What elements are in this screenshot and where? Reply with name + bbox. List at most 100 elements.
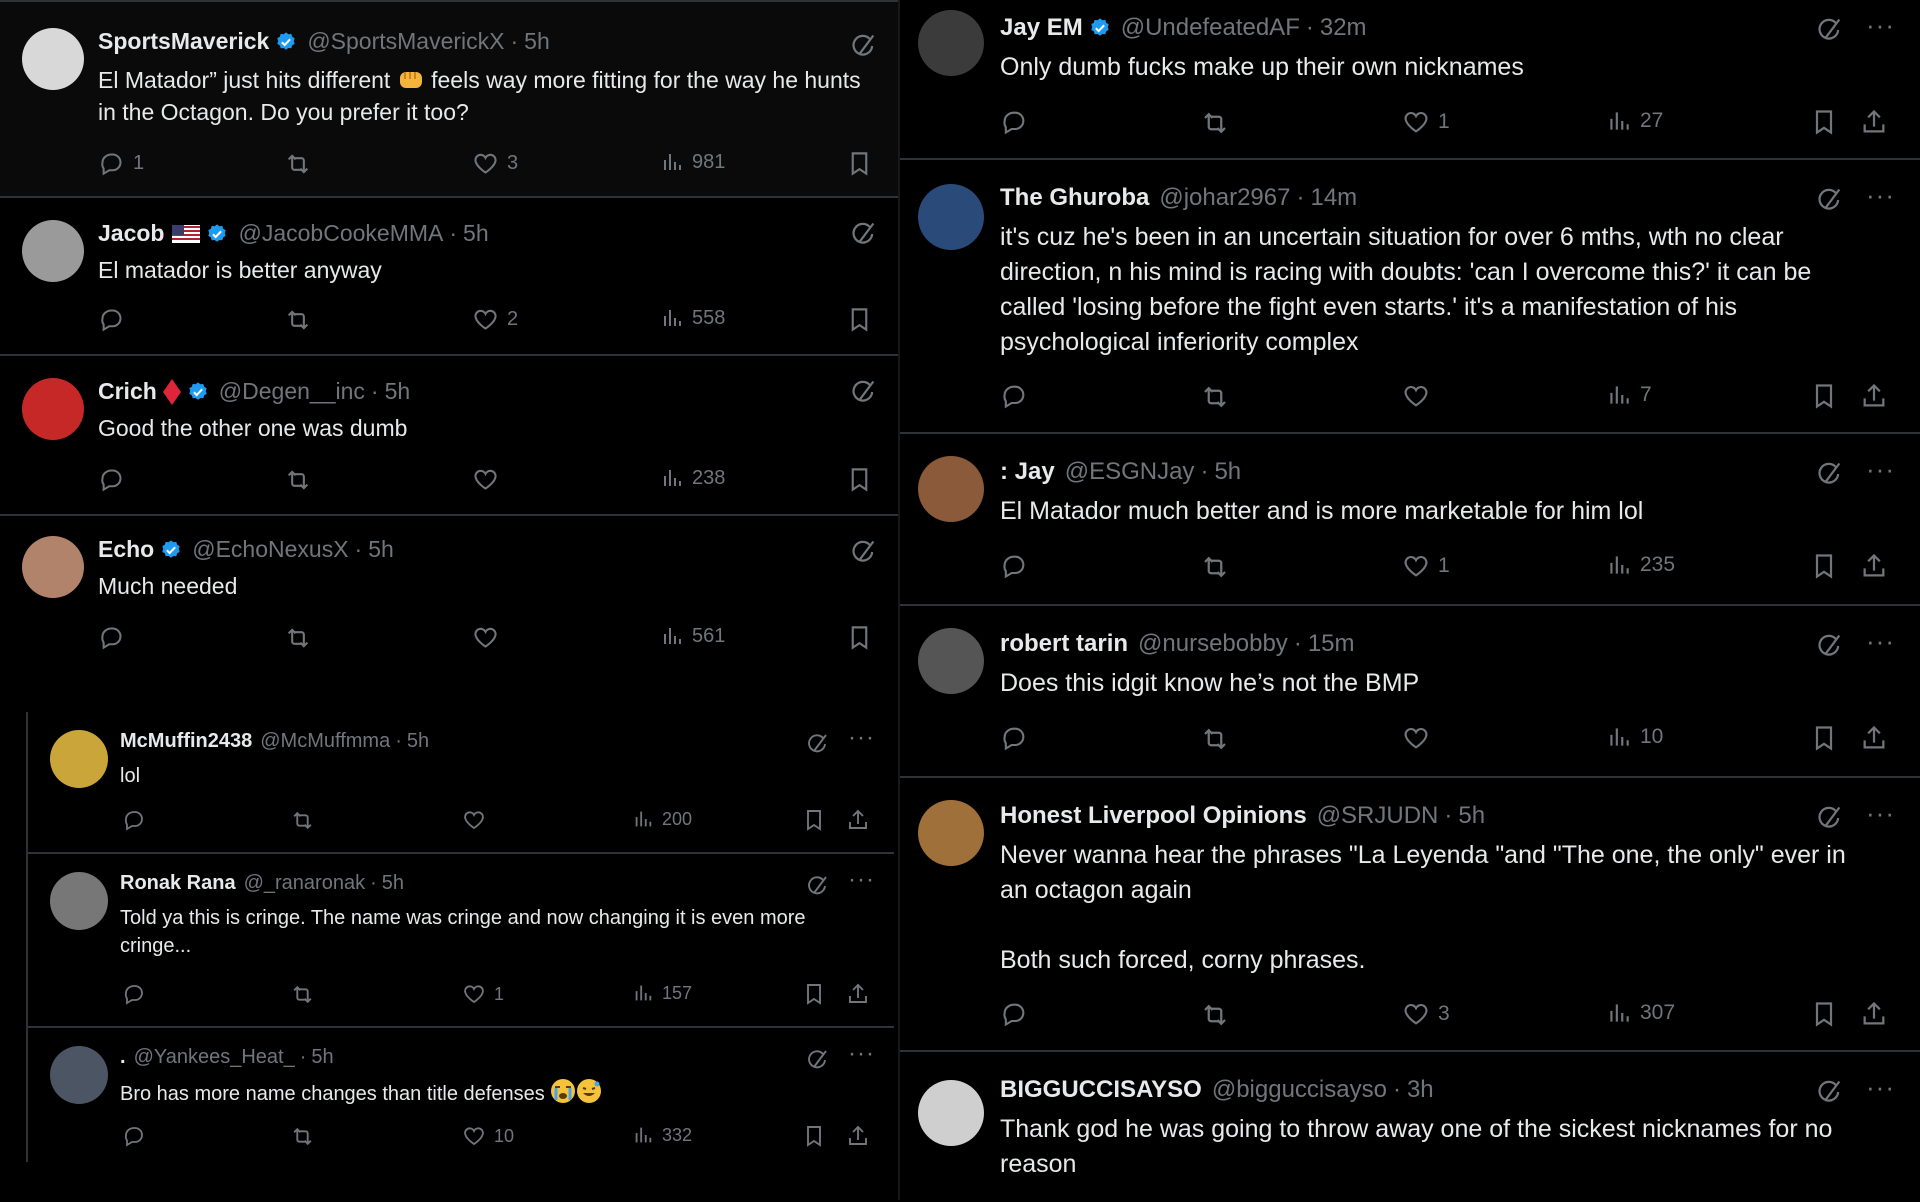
display-name[interactable]: BIGGUCCISAYSO [1000,1076,1202,1104]
display-name[interactable]: robert tarin [1000,630,1128,658]
timestamp[interactable]: 32m [1320,14,1367,42]
views-button[interactable]: 981 [660,150,725,174]
tweet[interactable]: Echo @EchoNexusX · 5h Much needed 561 [0,516,898,686]
bookmark-button[interactable] [1810,1000,1838,1028]
grok-icon[interactable] [850,220,878,248]
timestamp[interactable]: 3h [1407,1076,1434,1104]
like-button[interactable] [1402,382,1430,410]
handle[interactable]: @nursebobby [1138,630,1288,658]
reply-button[interactable] [1000,108,1028,136]
avatar[interactable] [918,628,984,694]
tweet[interactable]: Jay EM @UndefeatedAF · 32m ··· Only dumb… [900,0,1920,160]
tweet[interactable]: BIGGUCCISAYSO @bigguccisayso · 3h ··· Th… [900,1052,1920,1200]
views-button[interactable]: 200 [632,808,692,830]
more-icon[interactable]: ··· [848,866,875,894]
handle[interactable]: @bigguccisayso [1212,1076,1387,1104]
views-button[interactable]: 307 [1606,1000,1675,1026]
timestamp[interactable]: 5h [385,378,411,405]
more-icon[interactable]: ··· [848,1040,875,1068]
share-button[interactable] [1860,382,1888,410]
timestamp[interactable]: 15m [1308,630,1355,658]
grok-icon[interactable] [1816,186,1844,214]
grok-icon[interactable] [850,32,878,60]
more-icon[interactable]: ··· [1866,626,1895,657]
avatar[interactable] [50,872,108,930]
views-button[interactable]: 7 [1606,382,1652,408]
display-name[interactable]: Echo [98,536,154,563]
timestamp[interactable]: 5h [407,730,429,753]
like-button[interactable]: 2 [472,306,518,333]
share-button[interactable] [1860,1000,1888,1028]
grok-icon[interactable] [806,874,830,898]
handle[interactable]: @JacobCookeMMA [238,220,443,247]
reply-button[interactable] [1000,552,1028,580]
handle[interactable]: @UndefeatedAF [1121,14,1300,42]
like-button[interactable] [472,624,499,651]
share-button[interactable] [1860,108,1888,136]
grok-icon[interactable] [850,378,878,406]
bookmark-button[interactable] [846,466,873,493]
avatar[interactable] [22,28,84,90]
grok-icon[interactable] [806,732,830,756]
avatar[interactable] [918,1080,984,1146]
tweet[interactable]: Honest Liverpool Opinions @SRJUDN · 5h ·… [900,778,1920,1052]
reply-button[interactable] [1000,382,1028,410]
grok-icon[interactable] [1816,460,1844,488]
reply-button[interactable] [98,306,125,333]
display-name[interactable]: Honest Liverpool Opinions [1000,802,1307,830]
reply-button[interactable] [122,808,146,832]
handle[interactable]: @johar2967 [1159,184,1290,212]
bookmark-button[interactable] [1810,724,1838,752]
like-button[interactable]: 1 [1402,108,1450,136]
display-name[interactable]: : Jay [1000,458,1055,486]
reply-button[interactable] [1000,724,1028,752]
reply-button[interactable] [1000,1000,1028,1028]
views-button[interactable]: 238 [660,466,725,490]
share-button[interactable] [846,808,870,832]
retweet-button[interactable] [290,1124,315,1149]
bookmark-button[interactable] [802,982,826,1006]
views-button[interactable]: 27 [1606,108,1663,134]
retweet-button[interactable] [1200,724,1230,754]
views-button[interactable]: 157 [632,982,692,1004]
more-icon[interactable]: ··· [1866,454,1895,485]
avatar[interactable] [22,378,84,440]
more-icon[interactable]: ··· [1866,10,1895,41]
retweet-button[interactable] [1200,552,1230,582]
retweet-button[interactable] [1200,1000,1230,1030]
views-button[interactable]: 10 [1606,724,1663,750]
reply-button[interactable] [98,466,125,493]
retweet-button[interactable] [290,808,315,833]
views-button[interactable]: 561 [660,624,725,648]
like-button[interactable]: 3 [1402,1000,1450,1028]
more-icon[interactable]: ··· [848,724,875,752]
grok-icon[interactable] [1816,632,1844,660]
views-button[interactable]: 558 [660,306,725,330]
handle[interactable]: @SportsMaverickX [307,28,504,55]
more-icon[interactable]: ··· [1866,180,1895,211]
handle[interactable]: @ESGNJay [1065,458,1195,486]
timestamp[interactable]: 5h [311,1046,333,1069]
display-name[interactable]: SportsMaverick [98,28,269,55]
like-button[interactable] [462,808,486,832]
tweet[interactable]: Jacob @JacobCookeMMA · 5h El matador is … [0,198,898,356]
like-button[interactable]: 1 [462,982,504,1006]
like-button[interactable] [472,466,499,493]
handle[interactable]: @EchoNexusX [192,536,348,563]
share-button[interactable] [1860,724,1888,752]
display-name[interactable]: . [120,1046,126,1069]
like-button[interactable]: 10 [462,1124,514,1148]
timestamp[interactable]: 5h [1458,802,1485,830]
reply-button[interactable]: 1 [98,150,144,177]
timestamp[interactable]: 5h [1214,458,1241,486]
tweet[interactable]: : Jay @ESGNJay · 5h ··· El Matador much … [900,434,1920,606]
reply-button[interactable] [122,982,146,1006]
bookmark-button[interactable] [846,150,873,177]
bookmark-button[interactable] [846,624,873,651]
handle[interactable]: @_ranaronak [244,872,365,895]
retweet-button[interactable] [284,624,312,652]
more-icon[interactable]: ··· [1866,1072,1895,1103]
views-button[interactable]: 235 [1606,552,1675,578]
handle[interactable]: @Degen__inc [219,378,365,405]
avatar[interactable] [918,184,984,250]
